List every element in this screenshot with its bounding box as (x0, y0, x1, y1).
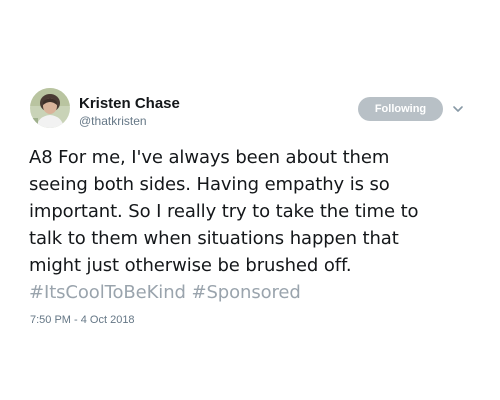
hashtag-link[interactable]: #ItsCoolToBeKind (29, 282, 186, 303)
chevron-down-icon (453, 106, 463, 112)
author-avatar[interactable] (30, 88, 70, 128)
tweet-timestamp[interactable]: 7:50 PM - 4 Oct 2018 (30, 314, 135, 326)
tweet-text-line: A8 For me, I've always been about them (29, 147, 390, 168)
following-button[interactable]: Following (358, 97, 443, 121)
hashtag-line: #ItsCoolToBeKind #Sponsored (29, 279, 479, 306)
tweet-text-line: might just otherwise be brushed off. (29, 255, 352, 276)
hashtag-link[interactable]: #Sponsored (191, 282, 300, 303)
user-avatar-photo-icon (30, 88, 70, 128)
tweet-text: A8 For me, I've always been about them s… (29, 144, 479, 306)
tweet-text-line: important. So I really try to take the t… (29, 201, 419, 222)
author-display-name[interactable]: Kristen Chase (79, 95, 180, 112)
author-name-block[interactable]: Kristen Chase @thatkristen (79, 95, 180, 129)
tweet-card: Kristen Chase @thatkristen Following A8 … (0, 0, 500, 400)
tweet-text-line: talk to them when situations happen that (29, 228, 399, 249)
author-handle[interactable]: @thatkristen (79, 114, 180, 129)
tweet-text-line: seeing both sides. Having empathy is so (29, 174, 390, 195)
tweet-menu-button[interactable] (451, 101, 465, 115)
